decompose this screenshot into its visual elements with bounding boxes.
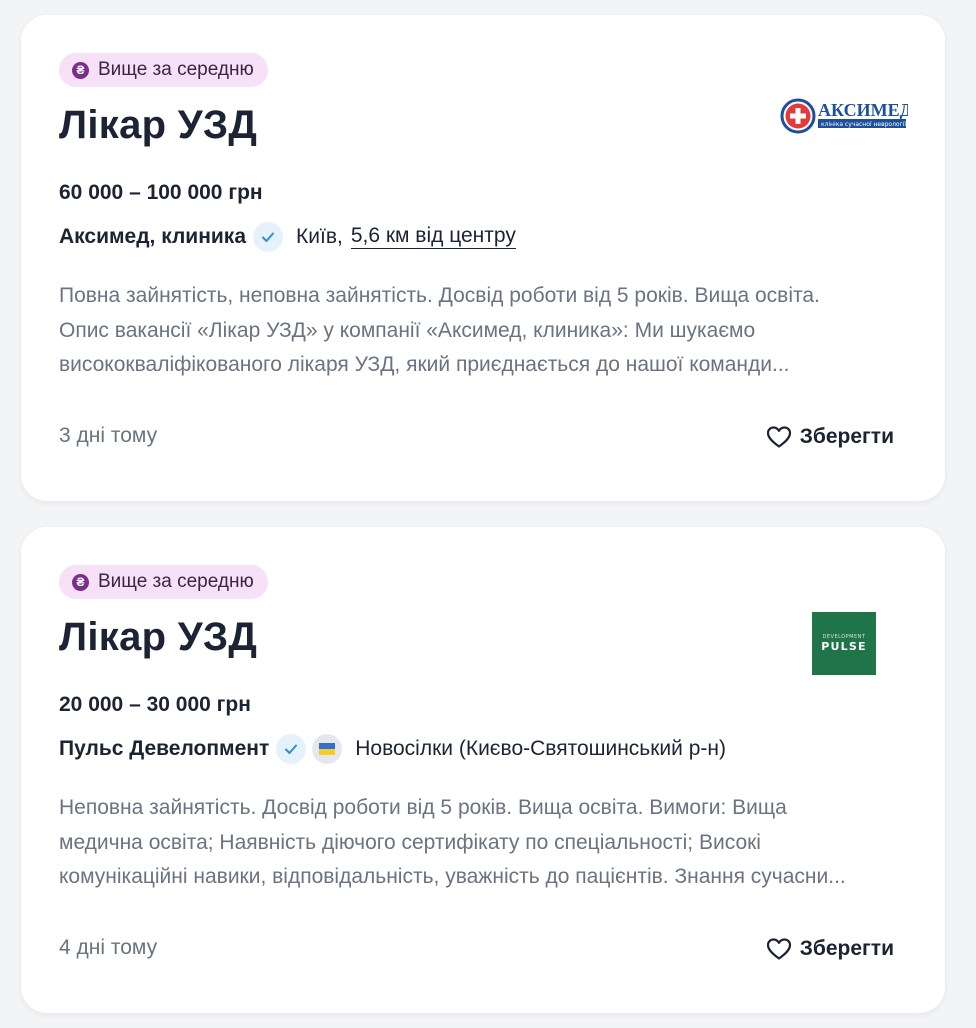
save-button[interactable]: Зберегти — [766, 931, 894, 967]
description-line: медична освіта; Наявність діючого сертиф… — [59, 830, 761, 854]
vacancy-card[interactable]: ₴ Вище за середню Лікар УЗД АКСИМЕД клін… — [21, 15, 945, 501]
salary-badge: ₴ Вище за середню — [59, 53, 268, 87]
city: Новосілки (Києво-Святошинський р-н) — [355, 737, 726, 760]
posted-date: 4 дні тому — [59, 936, 158, 959]
description-line: Неповна зайнятість. Досвід роботи від 5 … — [59, 796, 787, 819]
city: Київ, — [296, 225, 343, 248]
vacancy-description: Неповна зайнятість. Досвід роботи від 5 … — [59, 791, 909, 895]
hryvnia-icon: ₴ — [72, 573, 89, 591]
description-line: Повна зайнятість, неповна зайнятість. До… — [59, 284, 820, 307]
save-button-label: Зберегти — [799, 937, 894, 960]
save-button[interactable]: Зберегти — [766, 419, 894, 455]
company-name[interactable]: Пульс Девелопмент — [59, 737, 269, 761]
distance-link[interactable]: 5,6 км від центру — [350, 225, 516, 249]
heart-icon — [766, 426, 791, 448]
description-line: Опис вакансії «Лікар УЗД» у компанії «Ак… — [59, 318, 756, 342]
vacancy-description: Повна зайнятість, неповна зайнятість. До… — [59, 279, 909, 383]
ukraine-flag-icon[interactable] — [312, 734, 343, 764]
company-row: Аксимед, клиника Київ, 5,6 км від центру — [59, 219, 516, 255]
vacancy-card[interactable]: ₴ Вище за середню Лікар УЗД DEVELOPMENT … — [21, 527, 945, 1013]
salary: 60 000 – 100 000 грн — [59, 181, 263, 204]
hryvnia-icon: ₴ — [72, 61, 89, 79]
salary-badge-label: Вище за середню — [98, 59, 254, 80]
verified-check-icon[interactable] — [276, 734, 307, 764]
aksimed-logo-text: АКСИМЕД — [818, 100, 908, 120]
verified-check-icon[interactable] — [253, 222, 284, 252]
vacancy-title[interactable]: Лікар УЗД — [59, 615, 257, 660]
aksimed-logo[interactable]: АКСИМЕД клініка сучасної неврології — [780, 97, 908, 135]
salary-badge: ₴ Вище за середню — [59, 565, 268, 599]
aksimed-logo-tagline: клініка сучасної неврології — [821, 121, 906, 128]
save-button-label: Зберегти — [799, 425, 894, 448]
heart-icon — [766, 938, 791, 960]
company-name[interactable]: Аксимед, клиника — [59, 225, 246, 249]
description-line: висококваліфікованого лікаря УЗД, який п… — [59, 353, 790, 376]
salary-badge-label: Вище за середню — [98, 571, 254, 592]
company-row: Пульс Девелопмент Новосілки (Києво-Свято… — [59, 731, 726, 767]
vacancy-title[interactable]: Лікар УЗД — [59, 103, 257, 148]
description-line: комунікаційні навики, відповідальність, … — [59, 865, 846, 888]
pulse-logo-text: PULSE — [821, 640, 867, 653]
salary: 20 000 – 30 000 грн — [59, 693, 251, 716]
posted-date: 3 дні тому — [59, 424, 158, 447]
pulse-logo[interactable]: DEVELOPMENT PULSE — [812, 612, 876, 675]
